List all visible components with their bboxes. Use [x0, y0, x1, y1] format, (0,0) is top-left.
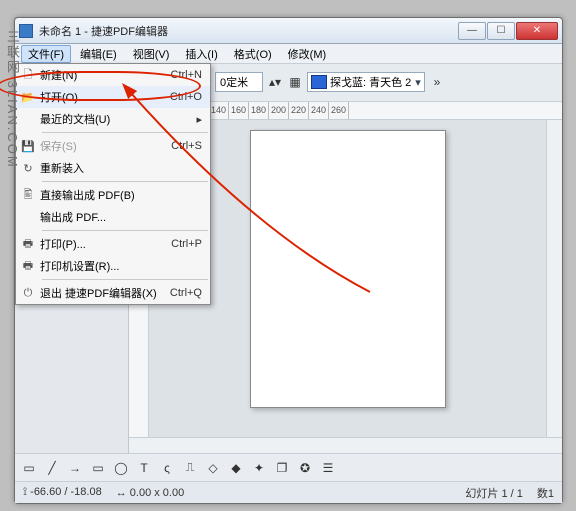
curve-tool-icon[interactable]: ς: [159, 460, 175, 476]
menubar: 文件(F) 编辑(E) 视图(V) 插入(I) 格式(O) 修改(M) 🗋 新建…: [15, 44, 562, 64]
maximize-button[interactable]: ☐: [487, 22, 515, 40]
callout-shapes-icon[interactable]: ❐: [274, 460, 290, 476]
fill-bucket-icon[interactable]: ▦: [287, 74, 303, 90]
flowchart-shapes-icon[interactable]: ✪: [297, 460, 313, 476]
statusbar: ⟟ -66.60 / -18.08 ↔ 0.00 x 0.00 幻灯片 1 / …: [15, 481, 562, 503]
menu-separator: [42, 181, 208, 182]
menu-edit[interactable]: 编辑(E): [73, 45, 124, 63]
file-menu-dropdown: 🗋 新建(N) Ctrl+N 📂 打开(O)... Ctrl+O 最近的文档(U…: [15, 63, 211, 305]
menu-print-label: 打印(P)...: [40, 236, 158, 252]
pdf-icon: 🖺: [16, 184, 40, 206]
menu-open-label: 打开(O)...: [40, 89, 158, 105]
text-tool-icon[interactable]: T: [136, 460, 152, 476]
menu-format[interactable]: 格式(O): [227, 45, 279, 63]
menu-save-label: 保存(S): [40, 138, 158, 154]
window-title: 未命名 1 - 捷速PDF编辑器: [39, 23, 458, 39]
menu-exit[interactable]: ⏻ 退出 捷速PDF编辑器(X) Ctrl+Q: [16, 282, 210, 304]
symbol-shapes-icon[interactable]: ◆: [228, 460, 244, 476]
spin-incdec-icon[interactable]: ▴▾: [267, 74, 283, 90]
basic-shapes-icon[interactable]: ◇: [205, 460, 221, 476]
menu-view[interactable]: 视图(V): [126, 45, 177, 63]
menu-print-accel: Ctrl+P: [158, 238, 210, 250]
star-shapes-icon[interactable]: ✦: [251, 460, 267, 476]
menu-save-accel: Ctrl+S: [158, 140, 210, 152]
menu-reload-label: 重新装入: [40, 160, 210, 176]
menu-reload[interactable]: ↻ 重新装入: [16, 157, 210, 179]
toolbar-overflow-icon[interactable]: »: [429, 74, 445, 90]
more-tools-icon[interactable]: ☰: [320, 460, 336, 476]
menu-print-setup[interactable]: 🖶 打印机设置(R)...: [16, 255, 210, 277]
color-swatch-icon: [311, 75, 327, 89]
printer-setup-icon: 🖶: [16, 255, 40, 277]
menu-insert[interactable]: 插入(I): [178, 45, 224, 63]
menu-exit-label: 退出 捷速PDF编辑器(X): [40, 285, 158, 301]
status-slide: 幻灯片 1 / 1: [465, 485, 522, 501]
menu-separator: [42, 132, 208, 133]
menu-recent-label: 最近的文档(U): [40, 111, 158, 127]
arrow-tool-icon[interactable]: →: [67, 460, 83, 476]
spin-field[interactable]: 0定米: [215, 72, 263, 92]
menu-file[interactable]: 文件(F): [21, 45, 71, 63]
document-page[interactable]: [250, 130, 446, 408]
vertical-scrollbar[interactable]: [546, 120, 562, 437]
app-window: 未命名 1 - 捷速PDF编辑器 — ☐ ✕ 文件(F) 编辑(E) 视图(V)…: [14, 17, 563, 504]
close-button[interactable]: ✕: [516, 22, 558, 40]
titlebar: 未命名 1 - 捷速PDF编辑器 — ☐ ✕: [15, 18, 562, 44]
menu-print[interactable]: 🖶 打印(P)... Ctrl+P: [16, 233, 210, 255]
menu-exit-accel: Ctrl+Q: [158, 287, 210, 299]
menu-open[interactable]: 📂 打开(O)... Ctrl+O: [16, 86, 210, 108]
menu-printsetup-label: 打印机设置(R)...: [40, 258, 210, 274]
ellipse-tool-icon[interactable]: ◯: [113, 460, 129, 476]
menu-exportpdf-label: 直接输出成 PDF(B): [40, 187, 210, 203]
menu-separator: [42, 279, 208, 280]
menu-export-pdf-direct[interactable]: 🖺 直接输出成 PDF(B): [16, 184, 210, 206]
color-label: 探戈蓝: 青天色 2: [330, 74, 412, 90]
color-dropdown[interactable]: 探戈蓝: 青天色 2 ▾: [307, 72, 425, 92]
menu-new-accel: Ctrl+N: [158, 69, 210, 81]
drawing-toolbar: ▭ ╱ → ▭ ◯ T ς ⎍ ◇ ◆ ✦ ❐ ✪ ☰: [15, 453, 562, 481]
status-size: ↔ 0.00 x 0.00: [116, 487, 185, 499]
menu-new-label: 新建(N): [40, 67, 158, 83]
horizontal-scrollbar[interactable]: [129, 437, 562, 453]
menu-export-label: 输出成 PDF...: [40, 209, 210, 225]
menu-export-pdf[interactable]: 输出成 PDF...: [16, 206, 210, 228]
connector-tool-icon[interactable]: ⎍: [182, 460, 198, 476]
submenu-arrow-icon: ▸: [158, 113, 210, 126]
rect-tool-icon[interactable]: ▭: [90, 460, 106, 476]
menu-open-accel: Ctrl+O: [158, 91, 210, 103]
line-tool-icon[interactable]: ╱: [44, 460, 60, 476]
minimize-button[interactable]: —: [458, 22, 486, 40]
status-count: 数1: [537, 485, 554, 501]
chevron-down-icon: ▾: [412, 76, 424, 89]
status-coords: ⟟ -66.60 / -18.08: [23, 486, 102, 499]
menu-new[interactable]: 🗋 新建(N) Ctrl+N: [16, 64, 210, 86]
menu-modify[interactable]: 修改(M): [281, 45, 334, 63]
exit-icon: ⏻: [16, 282, 40, 304]
menu-save[interactable]: 💾 保存(S) Ctrl+S: [16, 135, 210, 157]
select-tool-icon[interactable]: ▭: [21, 460, 37, 476]
menu-separator: [42, 230, 208, 231]
menu-recent[interactable]: 最近的文档(U) ▸: [16, 108, 210, 130]
print-icon: 🖶: [16, 233, 40, 255]
watermark: 三联网 3LIAN.COM: [3, 30, 22, 169]
